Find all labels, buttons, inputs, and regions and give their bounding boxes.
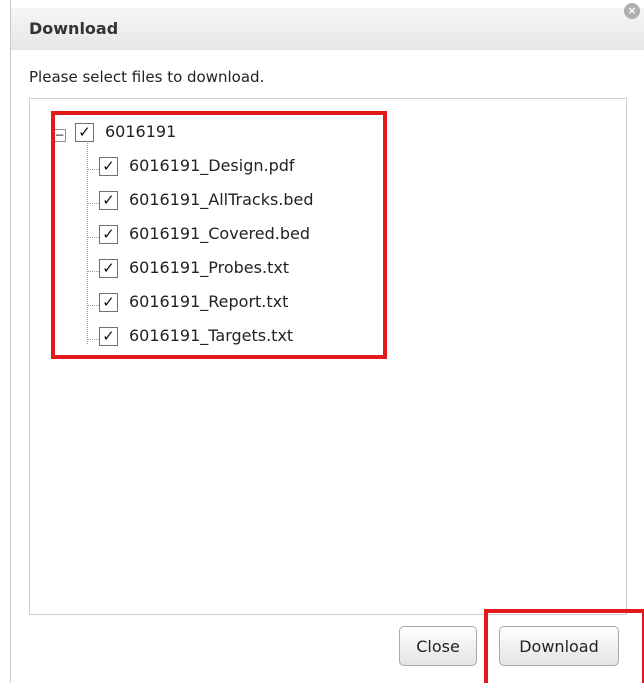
download-dialog: Download × Please select files to downlo…	[10, 0, 644, 683]
close-icon[interactable]: ×	[624, 3, 640, 19]
dialog-titlebar[interactable]: Download	[11, 8, 644, 50]
dialog-title: Download	[29, 19, 119, 38]
instruction-text: Please select files to download.	[29, 68, 265, 86]
tree-highlight-box	[51, 111, 387, 359]
close-button[interactable]: Close	[399, 626, 477, 666]
download-highlight-box	[484, 609, 644, 683]
